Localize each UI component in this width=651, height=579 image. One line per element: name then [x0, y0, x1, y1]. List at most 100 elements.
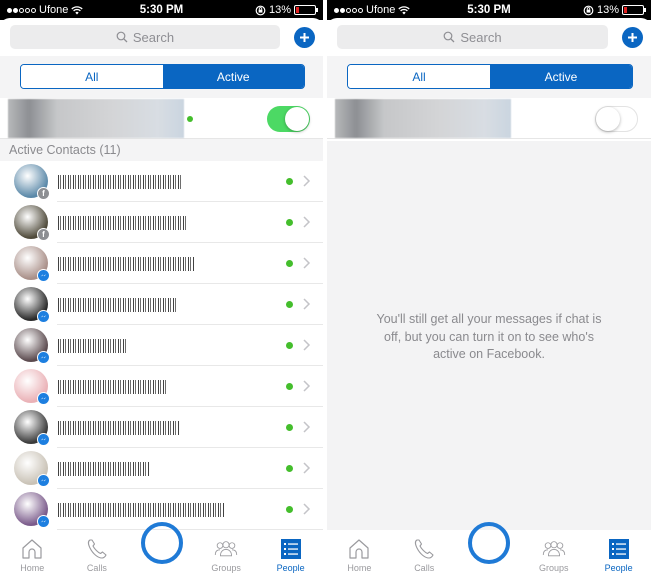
signal-icon	[7, 7, 36, 13]
rotation-lock-icon	[583, 5, 594, 15]
search-icon	[443, 31, 455, 43]
contact-row[interactable]: f	[0, 202, 323, 243]
chevron-right-icon	[303, 339, 311, 351]
tab-home[interactable]: Home	[0, 530, 65, 579]
groups-icon	[214, 541, 238, 557]
home-icon	[349, 539, 369, 559]
chevron-right-icon	[303, 421, 311, 433]
people-list-icon	[280, 539, 301, 559]
home-icon	[22, 539, 42, 559]
signal-icon	[334, 7, 363, 13]
tab-people[interactable]: People	[258, 530, 323, 579]
carrier-label: Ufone	[39, 4, 69, 16]
contact-row[interactable]	[0, 243, 323, 284]
contact-name-redacted	[58, 216, 188, 230]
search-input[interactable]: Search	[337, 25, 608, 49]
tab-active[interactable]: Active	[490, 65, 632, 88]
search-input[interactable]: Search	[10, 25, 280, 49]
contact-name-redacted	[58, 503, 224, 517]
contact-name-redacted	[58, 175, 182, 189]
contact-name-redacted	[58, 257, 194, 271]
tab-label: Calls	[86, 563, 107, 573]
comparison-screens: Ufone 5:30 PM 13% Search All Active Acti…	[0, 0, 651, 579]
contact-name-redacted	[58, 339, 126, 353]
my-profile-blurred	[8, 99, 184, 138]
contact-row[interactable]	[0, 448, 323, 489]
camera-ring-icon[interactable]	[468, 522, 510, 564]
search-icon	[116, 31, 128, 43]
online-indicator	[286, 342, 293, 349]
battery-percent: 13%	[268, 4, 291, 16]
contact-row[interactable]	[0, 325, 323, 366]
contact-row[interactable]: f	[0, 161, 323, 202]
chat-availability-toggle[interactable]	[595, 106, 638, 132]
online-indicator	[286, 260, 293, 267]
tab-label: Groups	[539, 563, 569, 573]
camera-ring-icon[interactable]	[140, 522, 183, 564]
chat-availability-toggle[interactable]	[267, 106, 310, 132]
online-indicator	[286, 465, 293, 472]
tab-active[interactable]: Active	[162, 65, 304, 88]
phone-screen-chat-off: Ufone 5:30 PM 13% Search All Active You'…	[327, 0, 651, 579]
search-placeholder: Search	[460, 29, 502, 45]
tab-groups[interactable]: Groups	[521, 530, 586, 579]
chevron-right-icon	[303, 503, 311, 515]
facebook-badge-icon: f	[37, 187, 50, 200]
contact-row[interactable]	[0, 407, 323, 448]
tab-label: People	[276, 563, 305, 573]
search-placeholder: Search	[132, 29, 175, 45]
contact-name-redacted	[58, 421, 180, 435]
people-list-icon	[608, 539, 629, 559]
plus-icon	[300, 32, 309, 42]
online-indicator	[286, 424, 293, 431]
section-header: Active Contacts (11)	[0, 139, 323, 161]
chat-off-message: You'll still get all your messages if ch…	[376, 312, 602, 361]
phone-icon	[87, 539, 107, 559]
tab-label: Calls	[414, 563, 435, 573]
tab-all[interactable]: All	[21, 65, 163, 88]
contact-name-redacted	[58, 462, 150, 476]
chevron-right-icon	[303, 380, 311, 392]
contact-row[interactable]	[0, 366, 323, 407]
carrier-label: Ufone	[366, 4, 396, 16]
messenger-badge-icon	[37, 433, 50, 446]
battery-percent: 13%	[596, 4, 619, 16]
messenger-badge-icon	[37, 392, 50, 405]
tab-home[interactable]: Home	[327, 530, 392, 579]
tab-people[interactable]: People	[586, 530, 651, 579]
chevron-right-icon	[303, 216, 311, 228]
rotation-lock-icon	[255, 5, 266, 15]
messenger-badge-icon	[37, 515, 50, 528]
tab-bar: Home Calls Groups People	[327, 522, 651, 579]
online-indicator	[187, 116, 193, 122]
chevron-right-icon	[303, 257, 311, 269]
chevron-right-icon	[303, 298, 311, 310]
online-indicator	[286, 219, 293, 226]
tab-calls[interactable]: Calls	[65, 530, 130, 579]
battery-icon	[622, 5, 646, 15]
plus-icon	[628, 32, 637, 42]
chevron-right-icon	[303, 462, 311, 474]
tab-groups[interactable]: Groups	[194, 530, 259, 579]
contact-name-redacted	[58, 298, 178, 312]
groups-icon	[542, 541, 565, 557]
contact-row[interactable]	[0, 284, 323, 325]
filter-segmented-control: All Active	[20, 64, 305, 89]
filter-segmented-control: All Active	[347, 64, 633, 89]
status-bar: Ufone 5:30 PM 13%	[0, 0, 323, 20]
messenger-badge-icon	[37, 269, 50, 282]
tab-label: People	[604, 563, 633, 573]
phone-icon	[415, 539, 434, 559]
facebook-badge-icon: f	[37, 228, 50, 241]
tab-label: Groups	[211, 563, 241, 573]
online-indicator	[286, 506, 293, 513]
contact-list: ff	[0, 161, 323, 530]
empty-state: You'll still get all your messages if ch…	[327, 141, 651, 530]
tab-label: Home	[20, 563, 45, 573]
tab-all[interactable]: All	[348, 65, 490, 88]
tab-calls[interactable]: Calls	[392, 530, 457, 579]
add-contact-button[interactable]	[294, 26, 315, 48]
add-contact-button[interactable]	[622, 26, 643, 48]
status-bar: Ufone 5:30 PM 13%	[327, 0, 651, 20]
contact-name-redacted	[58, 380, 166, 394]
